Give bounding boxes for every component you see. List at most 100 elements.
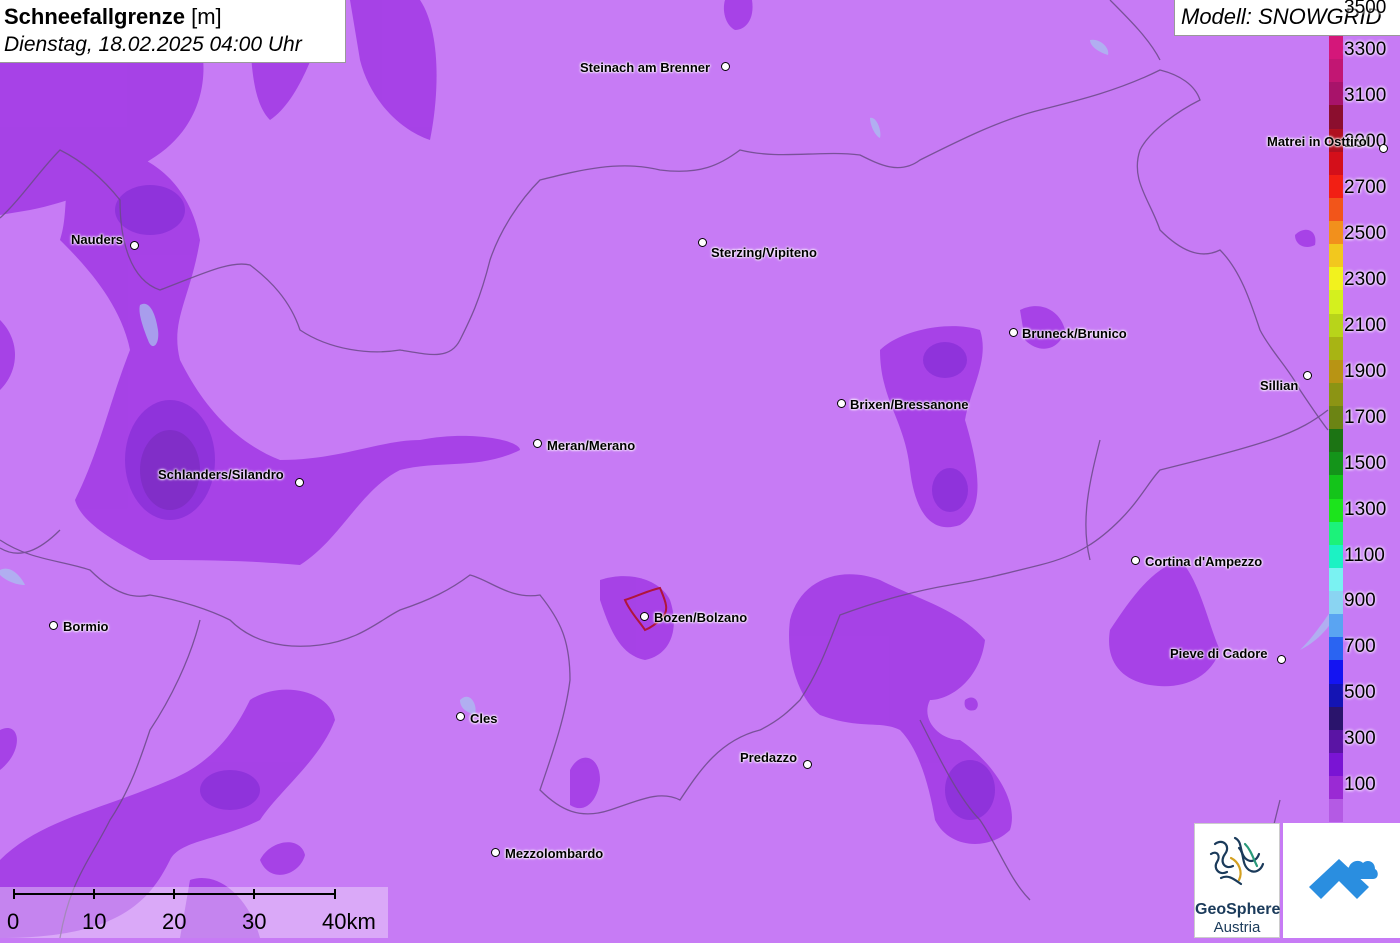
- legend-swatch: [1329, 452, 1343, 476]
- city-marker-icon[interactable]: [130, 241, 139, 250]
- legend-swatch: [1329, 221, 1343, 245]
- title-text: Schneefallgrenze: [4, 4, 185, 29]
- legend-swatch: [1329, 544, 1343, 568]
- city-label[interactable]: Sterzing/Vipiteno: [711, 245, 817, 260]
- legend-swatch: [1329, 591, 1343, 615]
- scale-tick-30: 30: [242, 909, 267, 934]
- city-label[interactable]: Sillian: [1260, 378, 1298, 393]
- geosphere-emblem-icon: [1209, 836, 1265, 886]
- legend-swatch: [1329, 313, 1343, 337]
- legend-label-2300: 2300: [1344, 269, 1387, 290]
- city-marker-icon[interactable]: [295, 478, 304, 487]
- legend-label-1100: 1100: [1344, 545, 1385, 566]
- city-marker-icon[interactable]: [803, 760, 812, 769]
- legend-swatch: [1329, 174, 1343, 198]
- legend-label-3500: 3500: [1344, 0, 1387, 18]
- legend-swatch: [1329, 683, 1343, 707]
- legend-label-3300: 3300: [1344, 39, 1387, 60]
- geosphere-name: GeoSphere: [1195, 901, 1281, 918]
- legend-swatch: [1329, 406, 1343, 430]
- legend-swatch: [1329, 752, 1343, 776]
- legend-label-1500: 1500: [1344, 453, 1387, 474]
- map-datetime: Dienstag, 18.02.2025 04:00 Uhr: [4, 33, 302, 56]
- map-title-box: Schneefallgrenze [m] Dienstag, 18.02.202…: [0, 0, 346, 63]
- city-marker-icon[interactable]: [1277, 655, 1286, 664]
- legend-label-300: 300: [1344, 728, 1376, 749]
- city-label[interactable]: Pieve di Cadore: [1170, 646, 1268, 661]
- legend-swatch: [1329, 336, 1343, 360]
- legend-label-3100: 3100: [1344, 85, 1387, 106]
- legend-swatch: [1329, 429, 1343, 453]
- legend-swatch: [1329, 267, 1343, 291]
- city-label[interactable]: Meran/Merano: [547, 438, 635, 453]
- legend-swatch: [1329, 475, 1343, 499]
- geosphere-country: Austria: [1213, 919, 1261, 936]
- city-marker-icon[interactable]: [837, 399, 846, 408]
- app-logo[interactable]: [1283, 823, 1400, 938]
- legend-swatch: [1329, 359, 1343, 383]
- legend-swatch: [1329, 382, 1343, 406]
- city-marker-icon[interactable]: [640, 612, 649, 621]
- scale-tick-0: 0: [7, 909, 20, 934]
- city-marker-icon[interactable]: [1379, 144, 1388, 153]
- city-label[interactable]: Mezzolombardo: [505, 846, 603, 861]
- legend-swatch: [1329, 105, 1343, 129]
- legend-swatch: [1329, 567, 1343, 591]
- legend-swatch: [1329, 706, 1343, 730]
- legend-swatch: [1329, 776, 1343, 800]
- legend-label-2500: 2500: [1344, 223, 1387, 244]
- city-label[interactable]: Nauders: [71, 232, 123, 247]
- legend-label-100: 100: [1344, 774, 1376, 795]
- legend-swatch: [1329, 498, 1343, 522]
- legend-swatch: [1329, 799, 1343, 823]
- legend-swatch: [1329, 36, 1343, 60]
- legend-label-700: 700: [1344, 636, 1376, 657]
- legend-swatch: [1329, 614, 1343, 638]
- city-marker-icon[interactable]: [1131, 556, 1140, 565]
- scale-tick-20: 20: [162, 909, 187, 934]
- scale-tick-10: 10: [82, 909, 107, 934]
- legend-swatch: [1329, 244, 1343, 268]
- city-marker-icon[interactable]: [456, 712, 465, 721]
- city-label[interactable]: Brixen/Bressanone: [850, 397, 969, 412]
- city-marker-icon[interactable]: [49, 621, 58, 630]
- title-unit: [m]: [191, 4, 222, 29]
- city-label[interactable]: Predazzo: [740, 750, 797, 765]
- color-legend: 3500 3300 3100 2900 2700 2500 2300 2100 1900 1700…: [1328, 0, 1400, 823]
- city-marker-icon[interactable]: [1303, 371, 1312, 380]
- city-label[interactable]: Matrei in Osttirol: [1267, 134, 1370, 149]
- legend-swatch: [1329, 197, 1343, 221]
- legend-label-1700: 1700: [1344, 407, 1387, 428]
- legend-swatch: [1329, 521, 1343, 545]
- legend-swatch: [1329, 637, 1343, 661]
- legend-swatch: [1329, 82, 1343, 106]
- city-marker-icon[interactable]: [491, 848, 500, 857]
- app-arrow-cloud-icon: [1309, 859, 1378, 899]
- city-marker-icon[interactable]: [1009, 328, 1018, 337]
- city-marker-icon[interactable]: [698, 238, 707, 247]
- legend-swatch: [1329, 660, 1343, 684]
- legend-label-500: 500: [1344, 682, 1376, 703]
- city-label[interactable]: Bruneck/Brunico: [1022, 326, 1127, 341]
- city-marker-icon[interactable]: [533, 439, 542, 448]
- legend-swatch: [1329, 151, 1343, 175]
- city-label[interactable]: Schlanders/Silandro: [158, 467, 284, 482]
- legend-color-bar: [1329, 36, 1343, 823]
- legend-label-1900: 1900: [1344, 361, 1387, 382]
- city-label[interactable]: Steinach am Brenner: [580, 60, 710, 75]
- legend-label-1300: 1300: [1344, 499, 1387, 520]
- city-label[interactable]: Cortina d'Ampezzo: [1145, 554, 1262, 569]
- city-label[interactable]: Bozen/Bolzano: [654, 610, 747, 625]
- geosphere-logo[interactable]: GeoSphere Austria: [1194, 823, 1280, 938]
- city-label[interactable]: Cles: [470, 711, 497, 726]
- legend-swatch: [1329, 59, 1343, 83]
- legend-label-2100: 2100: [1344, 315, 1387, 336]
- city-label[interactable]: Bormio: [63, 619, 109, 634]
- scale-bar: 0 10 20 30 40km: [0, 887, 388, 938]
- legend-label-2700: 2700: [1344, 177, 1387, 198]
- legend-label-900: 900: [1344, 590, 1376, 611]
- scale-tick-40km: 40km: [322, 909, 376, 934]
- legend-swatch: [1329, 290, 1343, 314]
- legend-swatch: [1329, 729, 1343, 753]
- city-marker-icon[interactable]: [721, 62, 730, 71]
